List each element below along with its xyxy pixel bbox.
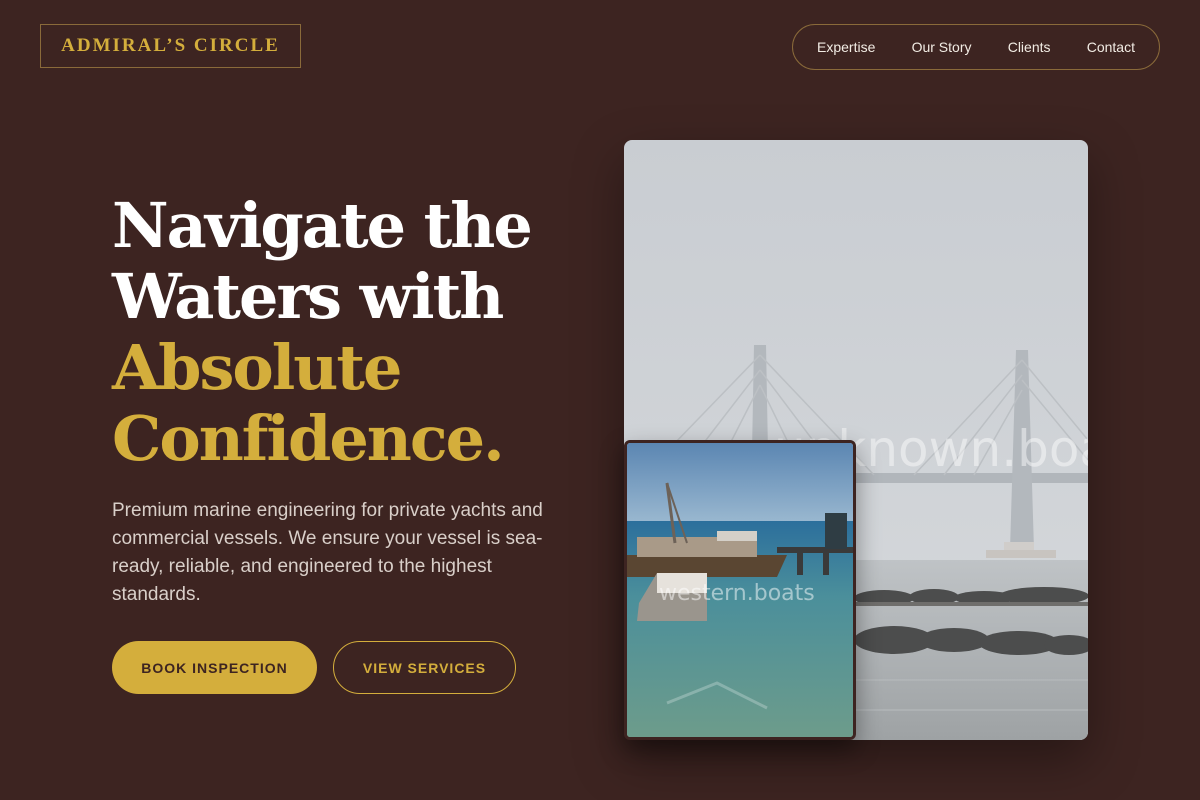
hero-title-accent-1: Absolute [112,331,402,404]
hero-subtitle: Premium marine engineering for private y… [112,500,543,605]
view-services-button[interactable]: VIEW SERVICES [333,641,516,694]
hero-photo-boats: western.boats [624,440,856,740]
main-nav: Expertise Our Story Clients Contact [792,24,1160,70]
nav-item-contact[interactable]: Contact [1087,39,1135,55]
brand-logo[interactable]: ADMIRAL’S CIRCLE [40,24,301,68]
nav-item-our-story[interactable]: Our Story [912,39,972,55]
book-inspection-button[interactable]: BOOK INSPECTION [112,641,317,694]
hero-title: Navigate the Waters with Absolute Confid… [112,189,533,475]
hero-title-line-2: Waters with [112,260,504,333]
hero-title-line-1: Navigate the [112,189,533,262]
inset-photo-watermark: western.boats [659,581,815,606]
hero-title-accent-2: Confidence. [112,402,505,475]
nav-item-expertise[interactable]: Expertise [817,39,875,55]
nav-item-clients[interactable]: Clients [1008,39,1051,55]
